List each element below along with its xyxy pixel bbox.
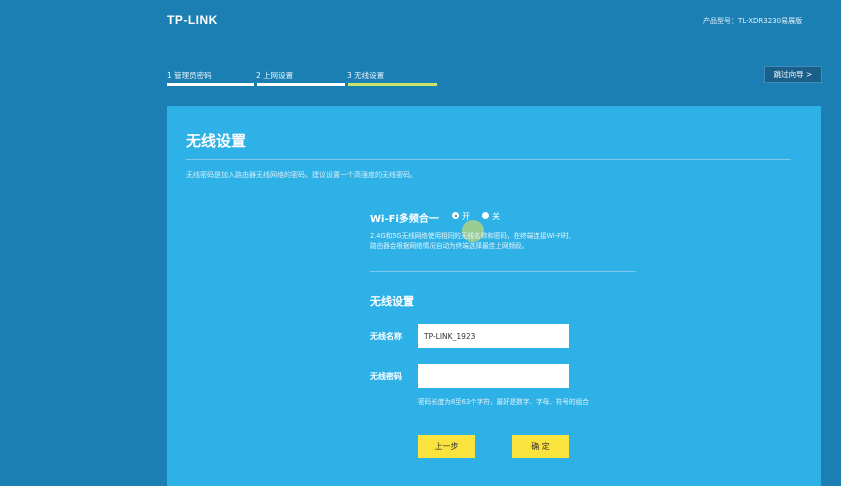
password-label: 无线密码 [370,372,402,381]
password-input[interactable] [418,364,569,388]
skip-wizard-button[interactable]: 跳过向导 > [764,66,822,83]
multiband-desc-line2: 路由器会根据网络情况自动为终端选择最佳上网频段。 [370,242,529,250]
password-advice: 无线密码是加入路由器无线网络的密码，建议设置一个高强度的无线密码。 [186,171,417,179]
tp-link-logo: TP-LINK [167,13,218,27]
wifi-multiband-label: Wi-Fi多频合一 [370,214,439,225]
step-bar-3-active [348,83,437,86]
divider [370,271,636,272]
divider [186,159,791,160]
ssid-input[interactable] [418,324,569,348]
step-wireless-setup: 3 无线设置 [347,71,385,80]
multiband-on-radio[interactable] [452,212,459,219]
confirm-button[interactable]: 确 定 [512,435,569,458]
multiband-off-radio[interactable] [482,212,489,219]
multiband-description: 2.4G和5G无线网络使用相同的无线名称和密码，在终端连接Wi-Fi时, 路由器… [370,231,571,251]
multiband-desc-line1: 2.4G和5G无线网络使用相同的无线名称和密码，在终端连接Wi-Fi时, [370,232,571,240]
product-model: 产品型号：TL-XDR3230易展版 [703,17,803,25]
wireless-settings-panel [167,106,821,486]
step-admin-password: 1 管理员密码 [167,71,212,80]
multiband-off-label[interactable]: 关 [492,211,500,222]
back-button[interactable]: 上一步 [418,435,475,458]
ssid-label: 无线名称 [370,332,402,341]
step-internet-setup: 2 上网设置 [256,71,294,80]
step-bar-1 [167,83,254,86]
page-title: 无线设置 [186,132,247,150]
step-bar-2 [257,83,345,86]
wireless-section-title: 无线设置 [370,295,414,308]
password-hint: 密码长度为8至63个字符，最好是数字、字母、符号的组合 [418,398,589,406]
